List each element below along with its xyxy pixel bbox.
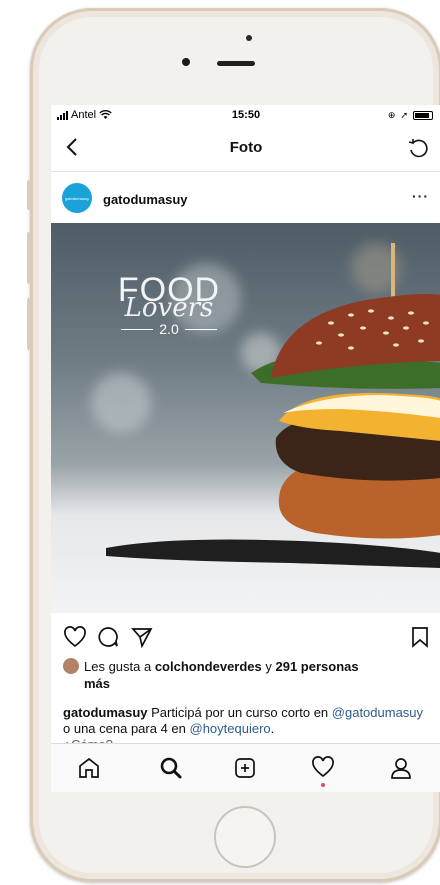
battery-icon [413, 111, 433, 120]
likes-joiner: y [261, 659, 276, 674]
caption-username[interactable]: gatodumasuy [63, 705, 148, 720]
likes-line: Les gusta a colchondeverdes y 291 person… [63, 658, 433, 692]
caption-mention-2[interactable]: @hoytequiero [190, 721, 271, 736]
earpiece-speaker [217, 61, 255, 66]
post-header: gatodumasuy gatodumasuy ··· [51, 171, 440, 221]
home-icon[interactable] [77, 756, 101, 780]
lock-rotation-icon: ⊕ [387, 110, 396, 120]
notification-dot [321, 783, 325, 787]
caption-text-1: Participá por un curso corto en [147, 705, 332, 720]
liker-avatar[interactable] [63, 658, 79, 674]
page-title: Foto [229, 139, 263, 156]
status-bar: Antel 15:50 ⊕ ➚ [51, 105, 440, 127]
search-icon[interactable] [159, 756, 183, 780]
proximity-sensor [246, 35, 252, 41]
share-icon[interactable] [131, 626, 153, 648]
logo-version-number: 2.0 [159, 321, 179, 337]
liker-username[interactable]: colchondeverdes [155, 659, 262, 674]
refresh-icon[interactable] [407, 137, 429, 159]
home-button[interactable] [214, 806, 276, 868]
activity-icon[interactable] [311, 756, 335, 778]
caption-mention-1[interactable]: @gatodumasuy [332, 705, 423, 720]
food-lovers-logo: FOOD Lovers 2.0 [109, 273, 229, 337]
status-right: ⊕ ➚ [388, 110, 433, 121]
logo-version: 2.0 [109, 321, 229, 337]
add-post-icon[interactable] [233, 756, 257, 780]
navigation-bar: Foto [51, 127, 440, 172]
avatar[interactable]: gatodumasuy [62, 183, 92, 213]
post-username[interactable]: gatodumasuy [103, 192, 188, 207]
post-photo[interactable]: FOOD Lovers 2.0 [51, 223, 440, 613]
volume-down-button [27, 298, 31, 350]
volume-up-button [27, 232, 31, 284]
profile-icon[interactable] [389, 756, 413, 780]
comment-icon[interactable] [97, 626, 119, 648]
more-options-icon[interactable]: ··· [412, 188, 429, 204]
logo-script-word: Lovers [124, 293, 214, 323]
caption-text-2: o una cena para 4 en [63, 721, 190, 736]
avatar-logo-text: gatodumasuy [64, 195, 89, 201]
heart-icon[interactable] [63, 626, 87, 648]
front-camera [182, 58, 190, 66]
bookmark-icon[interactable] [411, 626, 429, 648]
tab-bar [51, 743, 440, 792]
status-time: 15:50 [231, 109, 261, 121]
caption-text-3: . [270, 721, 275, 736]
post-actions [51, 620, 440, 654]
phone-screen: Antel 15:50 ⊕ ➚ Foto gatodumasuy gatodum… [51, 105, 440, 792]
likes-suffix[interactable]: más [84, 676, 110, 691]
location-icon: ➚ [400, 110, 408, 120]
likes-prefix: Les gusta a [84, 659, 155, 674]
likes-count[interactable]: 291 personas [276, 659, 359, 674]
mute-switch [27, 180, 31, 210]
